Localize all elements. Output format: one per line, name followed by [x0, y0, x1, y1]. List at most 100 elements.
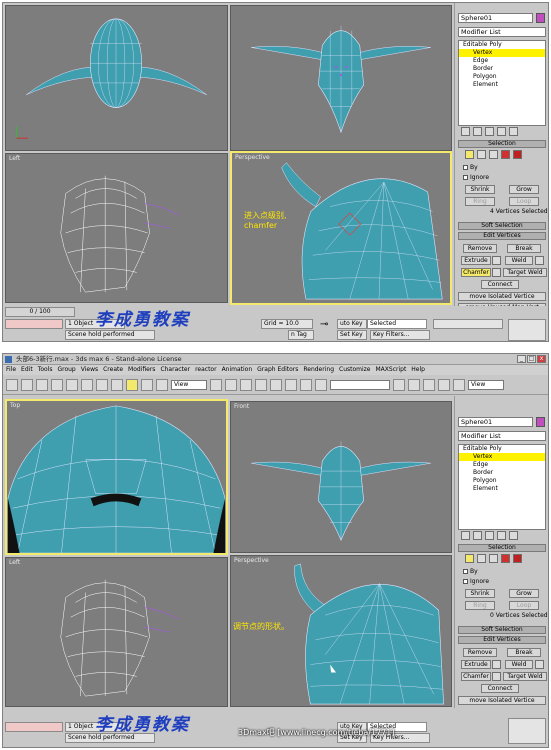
ring-button[interactable]: Ring: [465, 197, 495, 206]
stack-vertex[interactable]: Vertex: [459, 49, 545, 57]
stack-border[interactable]: Border: [459, 65, 545, 73]
menu-customize[interactable]: Customize: [339, 365, 371, 375]
minimize-icon[interactable]: _: [517, 355, 526, 363]
render-type-dropdown[interactable]: View: [468, 379, 504, 390]
viewport-left[interactable]: Left: [5, 557, 228, 707]
object-color-swatch[interactable]: [536, 13, 545, 23]
target-weld-button[interactable]: Target Weld: [503, 268, 547, 277]
extrude-settings-icon[interactable]: [492, 660, 501, 669]
remove-isolated-button[interactable]: move Isolated Vertice: [458, 696, 546, 705]
weld-button[interactable]: Weld: [505, 660, 533, 669]
pin-stack-icon[interactable]: [461, 127, 470, 136]
move-icon[interactable]: [126, 378, 138, 391]
rollout-selection[interactable]: Selection: [458, 544, 546, 552]
redo-icon[interactable]: [21, 378, 33, 391]
menu-group[interactable]: Group: [57, 365, 75, 375]
ring-button[interactable]: Ring: [465, 601, 495, 610]
chamfer-settings-icon[interactable]: [492, 672, 501, 681]
menu-animation[interactable]: Animation: [222, 365, 253, 375]
selected-dropdown[interactable]: Selected: [367, 319, 427, 329]
remove-modifier-icon[interactable]: [497, 127, 506, 136]
shrink-button[interactable]: Shrink: [465, 589, 495, 598]
rollout-edit-vertices[interactable]: Edit Vertices: [458, 636, 546, 644]
loop-button[interactable]: Loop: [509, 601, 539, 610]
stack-polygon[interactable]: Polygon: [459, 477, 545, 485]
maxscript-listener[interactable]: [5, 319, 63, 329]
viewport-front[interactable]: [230, 5, 452, 151]
render-scene-icon[interactable]: [438, 378, 450, 391]
viewport-front[interactable]: Front: [230, 401, 452, 553]
make-unique-icon[interactable]: [485, 127, 494, 136]
curve-editor-icon[interactable]: [393, 378, 405, 391]
object-name-field[interactable]: Sphere01: [458, 417, 533, 427]
element-mode-icon[interactable]: [513, 554, 522, 563]
viewport-top[interactable]: Top: [5, 399, 228, 555]
viewport-perspective[interactable]: Perspective 调节点的形状。: [230, 555, 452, 707]
viewport-perspective[interactable]: Perspective 进入点级别, chamfer: [230, 151, 452, 305]
forum-link[interactable]: 3Dmax吧 [www.linecg.com/tieba/1771]: [238, 727, 394, 738]
time-slider[interactable]: 0 / 100: [5, 307, 75, 317]
select-by-name-icon[interactable]: [111, 378, 123, 391]
modifier-list-dropdown[interactable]: Modifier List: [458, 431, 546, 441]
quick-render-icon[interactable]: [453, 378, 465, 391]
angle-snap-icon[interactable]: [270, 378, 282, 391]
link-icon[interactable]: [36, 378, 48, 391]
menu-maxscript[interactable]: MAXScript: [376, 365, 407, 375]
key-filters-button[interactable]: Key Filters...: [370, 330, 430, 340]
make-unique-icon[interactable]: [485, 531, 494, 540]
chamfer-settings-icon[interactable]: [492, 268, 501, 277]
ignore-checkbox[interactable]: Ignore: [463, 174, 489, 181]
show-end-result-icon[interactable]: [473, 531, 482, 540]
spinner-snap-icon[interactable]: [300, 378, 312, 391]
set-key-button[interactable]: Set Key: [337, 330, 367, 340]
extrude-button[interactable]: Extrude: [461, 660, 491, 669]
object-name-field[interactable]: Sphere01: [458, 13, 533, 23]
select-object-icon[interactable]: [81, 378, 93, 391]
remove-button[interactable]: Remove: [463, 648, 497, 657]
menu-edit[interactable]: Edit: [21, 365, 33, 375]
stack-element[interactable]: Element: [459, 81, 545, 89]
add-time-tag[interactable]: n Tag: [288, 330, 314, 340]
stack-edge[interactable]: Edge: [459, 461, 545, 469]
menu-tools[interactable]: Tools: [38, 365, 53, 375]
key-icon[interactable]: ⊸: [318, 321, 334, 335]
rotate-icon[interactable]: [141, 378, 153, 391]
pivot-icon[interactable]: [210, 378, 222, 391]
rollout-selection[interactable]: Selection: [458, 140, 546, 148]
border-mode-icon[interactable]: [489, 554, 498, 563]
maxscript-listener[interactable]: [5, 722, 63, 732]
viewport-top[interactable]: [5, 5, 228, 151]
stack-edge[interactable]: Edge: [459, 57, 545, 65]
remove-button[interactable]: Remove: [463, 244, 497, 253]
menu-help[interactable]: Help: [411, 365, 425, 375]
stack-element[interactable]: Element: [459, 485, 545, 493]
viewport-left[interactable]: Left: [5, 153, 228, 303]
menu-create[interactable]: Create: [103, 365, 123, 375]
loop-button[interactable]: Loop: [509, 197, 539, 206]
reference-coordinate-dropdown[interactable]: View: [171, 379, 207, 390]
maximize-icon[interactable]: □: [527, 355, 536, 363]
remove-modifier-icon[interactable]: [497, 531, 506, 540]
element-mode-icon[interactable]: [513, 150, 522, 159]
shrink-button[interactable]: Shrink: [465, 185, 495, 194]
close-icon[interactable]: x: [537, 355, 546, 363]
by-checkbox[interactable]: By: [463, 164, 478, 171]
weld-settings-icon[interactable]: [535, 256, 544, 265]
percent-snap-icon[interactable]: [285, 378, 297, 391]
mirror-icon[interactable]: [225, 378, 237, 391]
menu-file[interactable]: File: [6, 365, 16, 375]
extrude-settings-icon[interactable]: [492, 256, 501, 265]
named-selection-icon[interactable]: [315, 378, 327, 391]
menu-reactor[interactable]: reactor: [195, 365, 217, 375]
ignore-checkbox[interactable]: Ignore: [463, 578, 489, 585]
vertex-mode-icon[interactable]: [465, 554, 474, 563]
playback-controls[interactable]: [433, 319, 503, 329]
weld-settings-icon[interactable]: [535, 660, 544, 669]
border-mode-icon[interactable]: [489, 150, 498, 159]
menu-character[interactable]: Character: [160, 365, 190, 375]
break-button[interactable]: Break: [507, 648, 541, 657]
undo-icon[interactable]: [6, 378, 18, 391]
rollout-edit-vertices[interactable]: Edit Vertices: [458, 232, 546, 240]
modifier-list-dropdown[interactable]: Modifier List: [458, 27, 546, 37]
material-editor-icon[interactable]: [423, 378, 435, 391]
